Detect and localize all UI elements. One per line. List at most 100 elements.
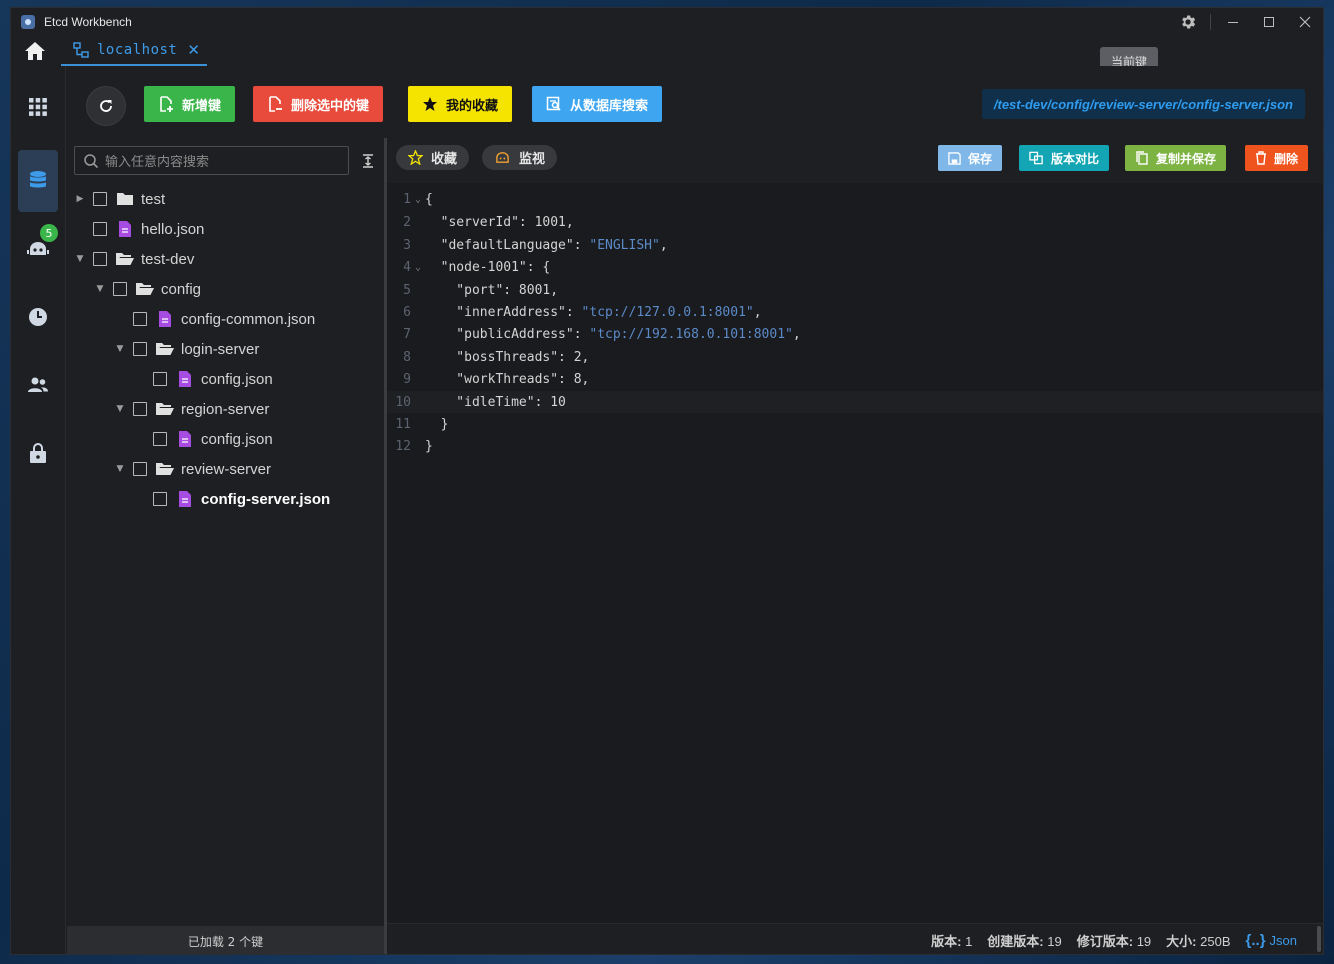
version-compare-button[interactable]: 版本对比 <box>1019 145 1110 171</box>
refresh-button[interactable] <box>86 86 126 126</box>
file-icon <box>175 369 195 389</box>
node-checkbox[interactable] <box>93 252 107 266</box>
line-number: 2 <box>403 214 411 230</box>
code-line: 12 } <box>387 435 1323 457</box>
node-checkbox[interactable] <box>153 432 167 446</box>
tab-label: localhost <box>97 42 178 58</box>
tree-node[interactable]: ▼ review-server <box>113 454 271 484</box>
editor-toolbar: 收藏 监视 保存 版本对比 复制并保存 删除 <box>387 138 1323 183</box>
node-checkbox[interactable] <box>153 372 167 386</box>
database-icon[interactable] <box>18 150 58 212</box>
file-icon <box>115 219 135 239</box>
expand-caret-icon[interactable]: ▼ <box>93 282 107 296</box>
line-number: 11 <box>395 416 411 432</box>
node-checkbox[interactable] <box>133 312 147 326</box>
loaded-keys-count: 已加载 2 个键 <box>67 926 384 954</box>
folder-open-icon <box>115 249 135 269</box>
tree-node[interactable]: hello.json <box>73 214 204 244</box>
tab-localhost[interactable]: localhost ✕ <box>61 36 207 66</box>
code-line: 1 ⌄ { <box>387 188 1323 210</box>
tree-node[interactable]: ▼ test-dev <box>73 244 195 274</box>
tree-node[interactable]: config-common.json <box>113 304 315 334</box>
file-icon <box>155 309 175 329</box>
delete-label: 删除 <box>1274 151 1299 166</box>
lock-icon[interactable] <box>18 422 58 484</box>
key-tree-panel: 输入任意内容搜索 ▶ test hello.json ▼ test-dev ▼ … <box>67 138 384 954</box>
key-toolbar: 新增键 删除选中的键 我的收藏 从数据库搜索 /test-dev/config/… <box>67 66 1323 146</box>
app-logo-icon <box>21 15 35 29</box>
line-number: 8 <box>403 349 411 365</box>
minimize-button[interactable] <box>1215 8 1251 36</box>
create-rev-value: 19 <box>1047 933 1062 949</box>
folder-open-icon <box>135 279 155 299</box>
search-db-button[interactable]: 从数据库搜索 <box>532 86 663 122</box>
copy-icon <box>1135 151 1149 165</box>
history-clock-icon[interactable] <box>18 286 58 348</box>
node-label: test <box>141 190 166 208</box>
node-checkbox[interactable] <box>113 282 127 296</box>
copy-save-button[interactable]: 复制并保存 <box>1125 145 1227 171</box>
node-label: config.json <box>201 370 273 388</box>
version-value: 1 <box>965 933 973 949</box>
code-editor[interactable]: 1 ⌄ { 2 "serverId": 1001, 3 "defaultLang… <box>387 183 1323 923</box>
tree-search-input[interactable]: 输入任意内容搜索 <box>74 146 349 175</box>
watch-toggle[interactable]: 监视 <box>482 145 558 170</box>
maximize-button[interactable] <box>1251 8 1287 36</box>
fold-chevron-icon[interactable]: ⌄ <box>411 262 425 273</box>
tree-node[interactable]: ▼ config <box>93 274 202 304</box>
delete-key-button[interactable]: 删除 <box>1245 145 1309 171</box>
format-selector[interactable]: {..} Json <box>1246 932 1297 949</box>
line-number: 4 <box>403 259 411 275</box>
tab-close-icon[interactable]: ✕ <box>187 41 200 59</box>
node-checkbox[interactable] <box>93 222 107 236</box>
code-line: 7 "publicAddress": "tcp://192.168.0.101:… <box>387 323 1323 345</box>
cluster-badge: 5 <box>40 224 58 242</box>
line-number: 10 <box>395 394 411 410</box>
add-file-icon <box>158 96 174 112</box>
code-text: "bossThreads": 2, <box>425 349 590 365</box>
favorite-toggle[interactable]: 收藏 <box>396 145 470 170</box>
line-number: 1 <box>403 191 411 207</box>
tree-node[interactable]: ▼ login-server <box>113 334 260 364</box>
collapse-all-icon[interactable] <box>361 154 375 168</box>
node-checkbox[interactable] <box>133 342 147 356</box>
apps-grid-icon[interactable] <box>18 76 58 138</box>
side-nav: 5 <box>11 66 66 954</box>
folder-icon <box>115 189 135 209</box>
settings-gear-icon[interactable] <box>1170 8 1206 36</box>
code-line: 6 "innerAddress": "tcp://127.0.0.1:8001"… <box>387 301 1323 323</box>
tree-node[interactable]: ▶ test <box>73 184 166 214</box>
file-icon <box>175 429 195 449</box>
scrollbar[interactable] <box>1317 926 1321 952</box>
tree-node[interactable]: config.json <box>133 424 273 454</box>
expand-caret-icon[interactable]: ▶ <box>73 192 87 206</box>
users-icon[interactable] <box>18 354 58 416</box>
json-braces-icon: {..} <box>1245 931 1266 949</box>
favorites-button[interactable]: 我的收藏 <box>408 86 513 122</box>
favorites-label: 我的收藏 <box>446 98 499 114</box>
node-checkbox[interactable] <box>133 462 147 476</box>
home-icon[interactable] <box>23 40 47 62</box>
tree-node-selected[interactable]: config-server.json <box>133 484 330 514</box>
expand-caret-icon[interactable]: ▼ <box>73 252 87 266</box>
delete-selected-button[interactable]: 删除选中的键 <box>253 86 384 122</box>
add-key-button[interactable]: 新增键 <box>144 86 236 122</box>
remove-file-icon <box>267 96 283 112</box>
tree-node[interactable]: config.json <box>133 364 273 394</box>
node-checkbox[interactable] <box>93 192 107 206</box>
expand-caret-icon[interactable]: ▼ <box>113 402 127 416</box>
search-placeholder: 输入任意内容搜索 <box>105 155 210 170</box>
expand-caret-icon[interactable]: ▼ <box>113 462 127 476</box>
close-window-button[interactable] <box>1287 8 1323 36</box>
add-key-label: 新增键 <box>182 98 222 114</box>
current-key-path: /test-dev/config/review-server/config-se… <box>981 89 1305 119</box>
node-checkbox[interactable] <box>153 492 167 506</box>
expand-caret-icon[interactable]: ▼ <box>113 342 127 356</box>
save-button[interactable]: 保存 <box>938 145 1003 171</box>
status-bar: 版本: 1 创建版本: 19 修订版本: 19 大小: 250B {..} Js… <box>387 923 1323 954</box>
fold-chevron-icon[interactable]: ⌄ <box>411 194 425 205</box>
folder-open-icon <box>155 339 175 359</box>
node-checkbox[interactable] <box>133 402 147 416</box>
tree-node[interactable]: ▼ region-server <box>113 394 270 424</box>
trash-icon <box>1255 151 1267 165</box>
